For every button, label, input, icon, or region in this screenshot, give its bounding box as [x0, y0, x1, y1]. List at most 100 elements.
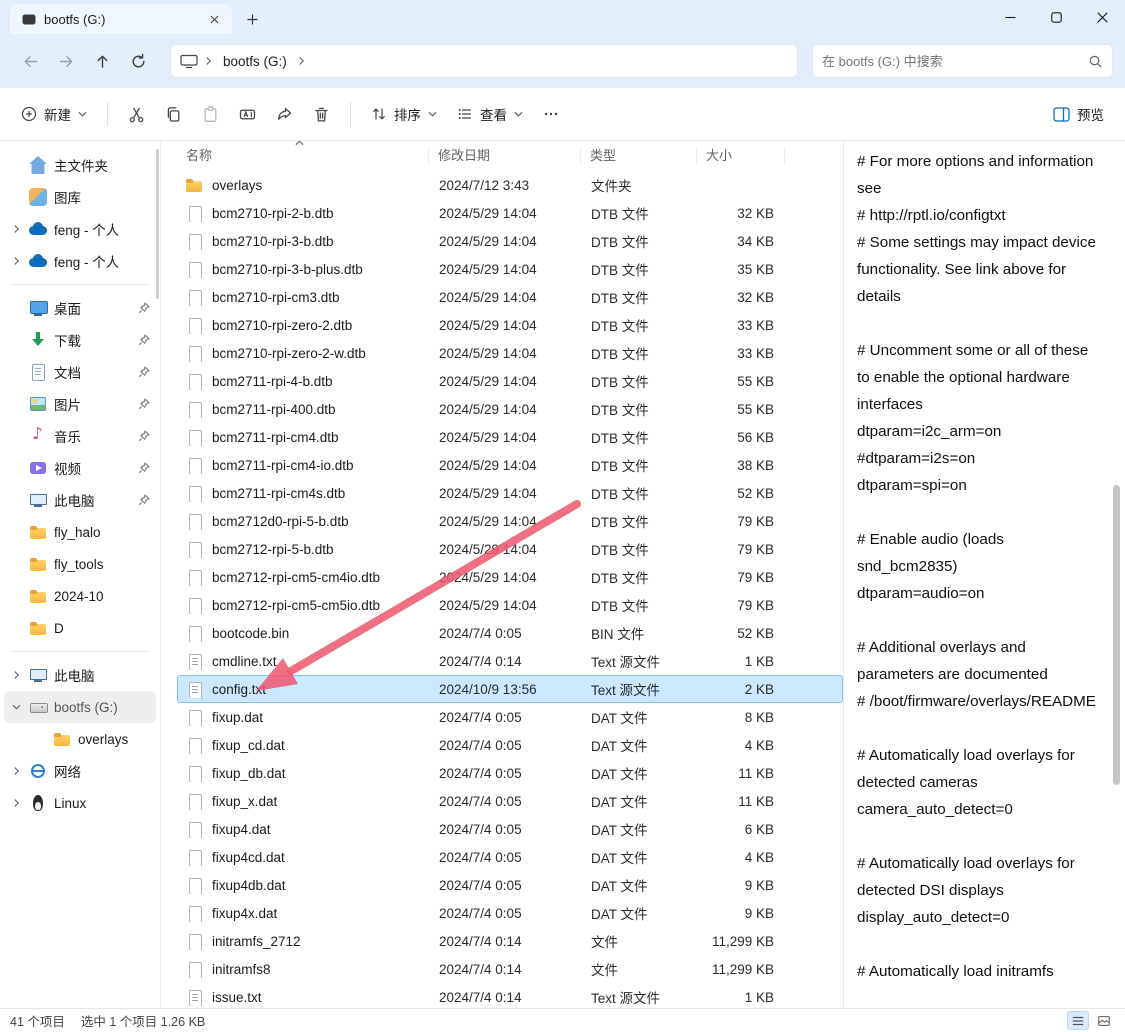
up-button[interactable]: [84, 44, 120, 78]
sidebar-item[interactable]: 2024-10: [4, 580, 156, 612]
table-row[interactable]: bcm2710-rpi-zero-2-w.dtb 2024/5/29 14:04…: [177, 339, 843, 367]
sidebar-item[interactable]: overlays: [4, 723, 156, 755]
sidebar-item[interactable]: 此电脑: [4, 484, 156, 516]
table-row[interactable]: fixup.dat 2024/7/4 0:05 DAT 文件 8 KB: [177, 703, 843, 731]
expand-chevron-icon[interactable]: [10, 670, 22, 680]
table-row[interactable]: fixup4db.dat 2024/7/4 0:05 DAT 文件 9 KB: [177, 871, 843, 899]
preview-toggle-button[interactable]: 预览: [1044, 96, 1113, 132]
table-row[interactable]: fixup_cd.dat 2024/7/4 0:05 DAT 文件 4 KB: [177, 731, 843, 759]
preview-scrollbar[interactable]: [1113, 485, 1120, 785]
sidebar-item[interactable]: [12, 284, 148, 285]
sidebar-item[interactable]: 下载: [4, 324, 156, 356]
sidebar-item[interactable]: 主文件夹: [4, 149, 156, 181]
expand-chevron-icon[interactable]: [10, 495, 22, 505]
table-row[interactable]: issue.txt 2024/7/4 0:14 Text 源文件 1 KB: [177, 983, 843, 1008]
table-row[interactable]: initramfs8 2024/7/4 0:14 文件 11,299 KB: [177, 955, 843, 983]
forward-button[interactable]: [48, 44, 84, 78]
table-row[interactable]: bcm2711-rpi-cm4-io.dtb 2024/5/29 14:04 D…: [177, 451, 843, 479]
sidebar-item[interactable]: 图片: [4, 388, 156, 420]
share-button[interactable]: [267, 98, 302, 131]
expand-chevron-icon[interactable]: [10, 367, 22, 377]
paste-button[interactable]: [193, 98, 228, 131]
expand-chevron-icon[interactable]: [10, 766, 22, 776]
sidebar-item[interactable]: fly_halo: [4, 516, 156, 548]
table-row[interactable]: fixup4cd.dat 2024/7/4 0:05 DAT 文件 4 KB: [177, 843, 843, 871]
delete-button[interactable]: [304, 98, 339, 131]
copy-button[interactable]: [156, 98, 191, 131]
column-header-size[interactable]: 大小: [697, 147, 785, 165]
cut-button[interactable]: [119, 98, 154, 131]
sidebar-item[interactable]: feng - 个人: [4, 245, 156, 277]
table-row[interactable]: bcm2710-rpi-2-b.dtb 2024/5/29 14:04 DTB …: [177, 199, 843, 227]
close-button[interactable]: [1079, 0, 1125, 34]
table-row[interactable]: fixup_x.dat 2024/7/4 0:05 DAT 文件 11 KB: [177, 787, 843, 815]
search-icon[interactable]: [1088, 54, 1103, 69]
expand-chevron-icon[interactable]: [10, 303, 22, 313]
expand-chevron-icon[interactable]: [10, 192, 22, 202]
rename-button[interactable]: [230, 98, 265, 131]
expand-chevron-icon[interactable]: [10, 224, 22, 234]
thumbnail-view-button[interactable]: [1093, 1011, 1115, 1030]
table-row[interactable]: config.txt 2024/10/9 13:56 Text 源文件 2 KB: [177, 675, 843, 703]
table-row[interactable]: fixup4.dat 2024/7/4 0:05 DAT 文件 6 KB: [177, 815, 843, 843]
expand-chevron-icon[interactable]: [10, 559, 22, 569]
breadcrumb[interactable]: bootfs (G:): [219, 51, 291, 72]
sidebar-item[interactable]: [12, 651, 148, 652]
expand-chevron-icon[interactable]: [10, 256, 22, 266]
table-row[interactable]: bcm2712-rpi-cm5-cm4io.dtb 2024/5/29 14:0…: [177, 563, 843, 591]
table-row[interactable]: bcm2711-rpi-4-b.dtb 2024/5/29 14:04 DTB …: [177, 367, 843, 395]
sidebar-item[interactable]: 桌面: [4, 292, 156, 324]
sidebar-item[interactable]: fly_tools: [4, 548, 156, 580]
table-row[interactable]: bcm2712d0-rpi-5-b.dtb 2024/5/29 14:04 DT…: [177, 507, 843, 535]
minimize-button[interactable]: [987, 0, 1033, 34]
table-row[interactable]: bcm2710-rpi-zero-2.dtb 2024/5/29 14:04 D…: [177, 311, 843, 339]
sidebar-item[interactable]: D: [4, 612, 156, 644]
search-box[interactable]: [812, 44, 1113, 78]
table-row[interactable]: bootcode.bin 2024/7/4 0:05 BIN 文件 52 KB: [177, 619, 843, 647]
expand-chevron-icon[interactable]: [10, 399, 22, 409]
sidebar-item[interactable]: 图库: [4, 181, 156, 213]
back-button[interactable]: [12, 44, 48, 78]
explorer-tab[interactable]: bootfs (G:): [10, 4, 232, 34]
table-row[interactable]: bcm2710-rpi-3-b.dtb 2024/5/29 14:04 DTB …: [177, 227, 843, 255]
sort-button[interactable]: 排序: [362, 96, 446, 132]
expand-chevron-icon[interactable]: [10, 527, 22, 537]
table-row[interactable]: bcm2711-rpi-cm4s.dtb 2024/5/29 14:04 DTB…: [177, 479, 843, 507]
sidebar-scrollbar[interactable]: [156, 149, 159, 299]
new-tab-button[interactable]: [238, 7, 266, 31]
maximize-button[interactable]: [1033, 0, 1079, 34]
table-row[interactable]: cmdline.txt 2024/7/4 0:14 Text 源文件 1 KB: [177, 647, 843, 675]
column-header-name[interactable]: 名称: [177, 147, 429, 165]
expand-chevron-icon[interactable]: [10, 798, 22, 808]
details-view-button[interactable]: [1067, 1011, 1089, 1030]
sidebar-item[interactable]: 网络: [4, 755, 156, 787]
table-row[interactable]: bcm2712-rpi-5-b.dtb 2024/5/29 14:04 DTB …: [177, 535, 843, 563]
search-input[interactable]: [822, 54, 1088, 69]
sidebar-item[interactable]: feng - 个人: [4, 213, 156, 245]
refresh-button[interactable]: [120, 44, 156, 78]
expand-chevron-icon[interactable]: [10, 702, 22, 712]
sidebar-item[interactable]: 音乐: [4, 420, 156, 452]
tab-close-icon[interactable]: [204, 9, 224, 29]
column-header-type[interactable]: 类型: [581, 147, 697, 165]
sidebar-item[interactable]: bootfs (G:): [4, 691, 156, 723]
column-header-date[interactable]: 修改日期: [429, 147, 581, 165]
expand-chevron-icon[interactable]: [34, 734, 46, 744]
address-bar[interactable]: bootfs (G:): [170, 44, 798, 78]
sidebar-item[interactable]: 此电脑: [4, 659, 156, 691]
breadcrumb-chevron-icon[interactable]: [298, 56, 305, 66]
expand-chevron-icon[interactable]: [10, 463, 22, 473]
more-button[interactable]: [534, 98, 568, 130]
table-row[interactable]: bcm2711-rpi-400.dtb 2024/5/29 14:04 DTB …: [177, 395, 843, 423]
expand-chevron-icon[interactable]: [10, 335, 22, 345]
table-row[interactable]: bcm2710-rpi-3-b-plus.dtb 2024/5/29 14:04…: [177, 255, 843, 283]
view-button[interactable]: 查看: [448, 96, 532, 132]
table-row[interactable]: bcm2712-rpi-cm5-cm5io.dtb 2024/5/29 14:0…: [177, 591, 843, 619]
table-row[interactable]: bcm2711-rpi-cm4.dtb 2024/5/29 14:04 DTB …: [177, 423, 843, 451]
expand-chevron-icon[interactable]: [10, 623, 22, 633]
sidebar-item[interactable]: Linux: [4, 787, 156, 819]
sidebar-item[interactable]: 视频: [4, 452, 156, 484]
expand-chevron-icon[interactable]: [10, 591, 22, 601]
new-button[interactable]: 新建: [12, 96, 96, 132]
table-row[interactable]: fixup_db.dat 2024/7/4 0:05 DAT 文件 11 KB: [177, 759, 843, 787]
